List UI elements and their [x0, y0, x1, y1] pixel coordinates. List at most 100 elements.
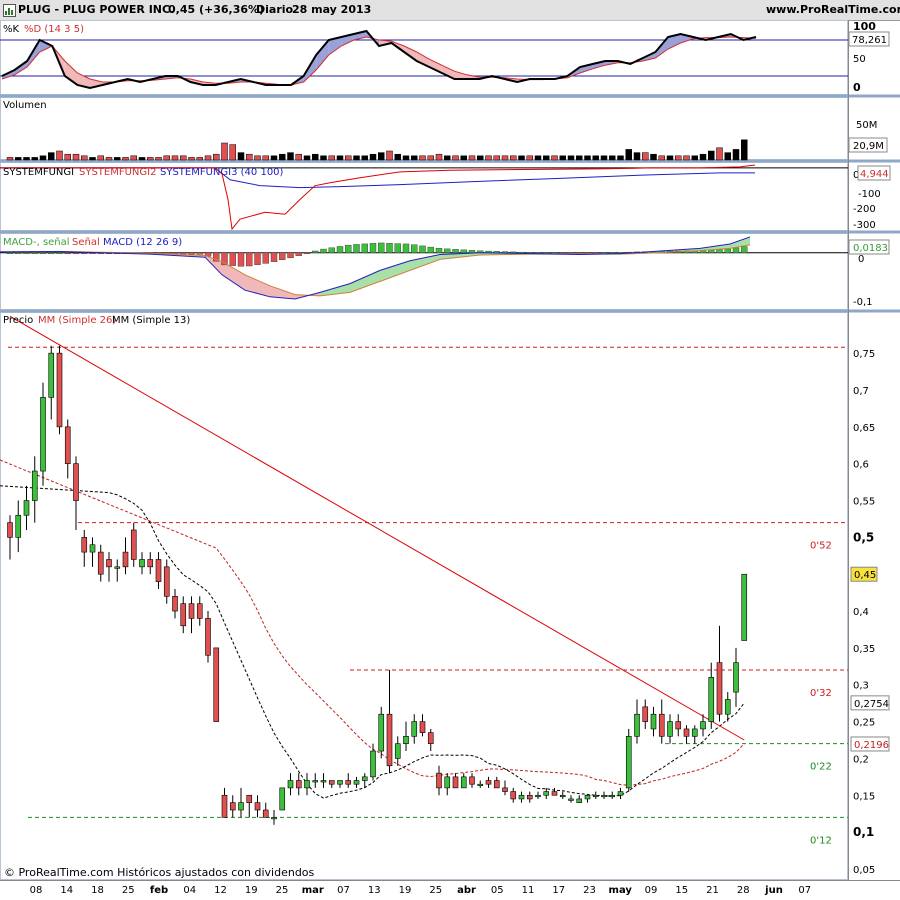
price-candle [147, 559, 154, 568]
chart-canvas: %K %D (14 3 5) 100 50 0 78,261 Volumen 50M 20,9M… [0, 20, 900, 896]
volume-bar [163, 155, 170, 161]
systemfungi-label-2: SYSTEMFUNGI2 [79, 167, 156, 178]
macd-histogram-bar [394, 243, 401, 254]
x-axis-tick: 07 [337, 885, 350, 896]
macd-histogram-bar [708, 249, 715, 253]
price-candle [576, 798, 583, 803]
volume-bar [130, 155, 137, 161]
trend-line [9, 315, 745, 741]
volume-bar [378, 152, 385, 161]
price-candle [427, 732, 434, 744]
volume-bar [419, 155, 426, 161]
macd-tick: -0,1 [853, 297, 873, 308]
price-candle [609, 794, 616, 798]
chart-window: { "header": { "ticker": "PLUG - PLUG POW… [0, 0, 900, 900]
volume-bar [105, 157, 113, 161]
price-candle [172, 596, 178, 612]
x-axis-tick: 11 [522, 885, 535, 896]
volume-bar [617, 155, 624, 161]
price-candle [452, 776, 459, 789]
volume-bar [708, 150, 715, 161]
price-axis-tick: 0,6 [853, 460, 869, 471]
sma13-last-value: 0,2196 [854, 740, 889, 751]
price-candle [675, 721, 682, 730]
price-axis-tick: 0,15 [853, 791, 875, 802]
price-candle [97, 551, 104, 575]
price-candle [526, 794, 533, 800]
macd-histogram-bar [435, 248, 443, 253]
systemfungi-label-3: SYSTEMFUNGI3 (40 100) [160, 167, 284, 178]
price-candle [229, 802, 236, 811]
price-candle [328, 780, 335, 785]
macd-histogram-bar [402, 243, 410, 253]
volume-bar [666, 155, 674, 161]
volume-bar [559, 155, 566, 161]
price-axis-tick: 0,65 [853, 423, 875, 434]
macd-histogram-bar [386, 243, 393, 253]
volume-bar [48, 152, 55, 161]
volume-bar [345, 155, 352, 161]
price-candle [139, 559, 145, 568]
price-candle [403, 736, 409, 744]
price-candle [304, 780, 310, 789]
sma26-line [0, 459, 745, 786]
macd-histogram-bar [23, 252, 30, 255]
price-candle [634, 713, 640, 737]
macd-histogram-bar [39, 252, 47, 255]
stochastic-tick: 50 [853, 54, 866, 65]
x-axis-tick: mar [302, 885, 324, 896]
price-candle [477, 783, 484, 787]
price-axis-tick: 0,25 [853, 718, 875, 729]
macd-histogram-bar [270, 252, 278, 262]
volume-bar [39, 155, 47, 161]
macd-histogram-bar [31, 252, 38, 255]
price-candle [73, 463, 79, 501]
price-candle [130, 529, 137, 560]
macd-histogram-bar [312, 250, 319, 253]
volume-bar [262, 155, 269, 161]
x-axis-tick: 12 [214, 885, 227, 896]
price-candle [708, 677, 715, 722]
volume-bar [114, 157, 121, 161]
price-candle [460, 776, 467, 789]
price-candle [188, 603, 195, 619]
price-candle [40, 397, 46, 472]
volume-bar [229, 144, 236, 161]
x-axis-tick: 07 [798, 885, 811, 896]
volume-bar [246, 153, 253, 161]
volume-bar [147, 157, 154, 161]
volume-bar [23, 157, 30, 161]
macd-last-value: 0,0183 [853, 243, 888, 254]
price-axis-tick: 0,05 [853, 865, 875, 876]
volume-bar [526, 155, 533, 161]
price-candle [733, 662, 739, 693]
price-axis-tick: 0,3 [853, 681, 869, 692]
price-candle [287, 780, 294, 789]
price-candle [262, 809, 269, 818]
price-candle [650, 713, 657, 730]
systemfungi-label-1: SYSTEMFUNGI [3, 167, 74, 178]
price-candle [543, 791, 550, 796]
volume-bar [221, 142, 228, 161]
price-axis-tick: 0,1 [853, 825, 874, 839]
price-level-label: 0'12 [810, 835, 832, 846]
price-candle [106, 559, 112, 568]
price-candle [337, 780, 343, 785]
volume-bar [402, 155, 410, 161]
macd-histogram-bar [6, 252, 14, 255]
price-candle [667, 721, 673, 737]
volume-bar [196, 157, 203, 161]
price-candle [122, 551, 129, 568]
macd-histogram-bar [501, 251, 509, 253]
macd-histogram-bar [72, 252, 80, 255]
x-axis-tick: 13 [368, 885, 381, 896]
volume-bar [204, 155, 212, 161]
volume-bar [361, 155, 368, 161]
macd-histogram-bar [345, 244, 352, 253]
price-candle [700, 721, 706, 730]
volume-bar [460, 155, 467, 161]
volume-bar [699, 153, 707, 161]
price-candle [601, 794, 607, 798]
volume-bar [584, 155, 591, 161]
x-axis-tick: may [609, 885, 633, 896]
